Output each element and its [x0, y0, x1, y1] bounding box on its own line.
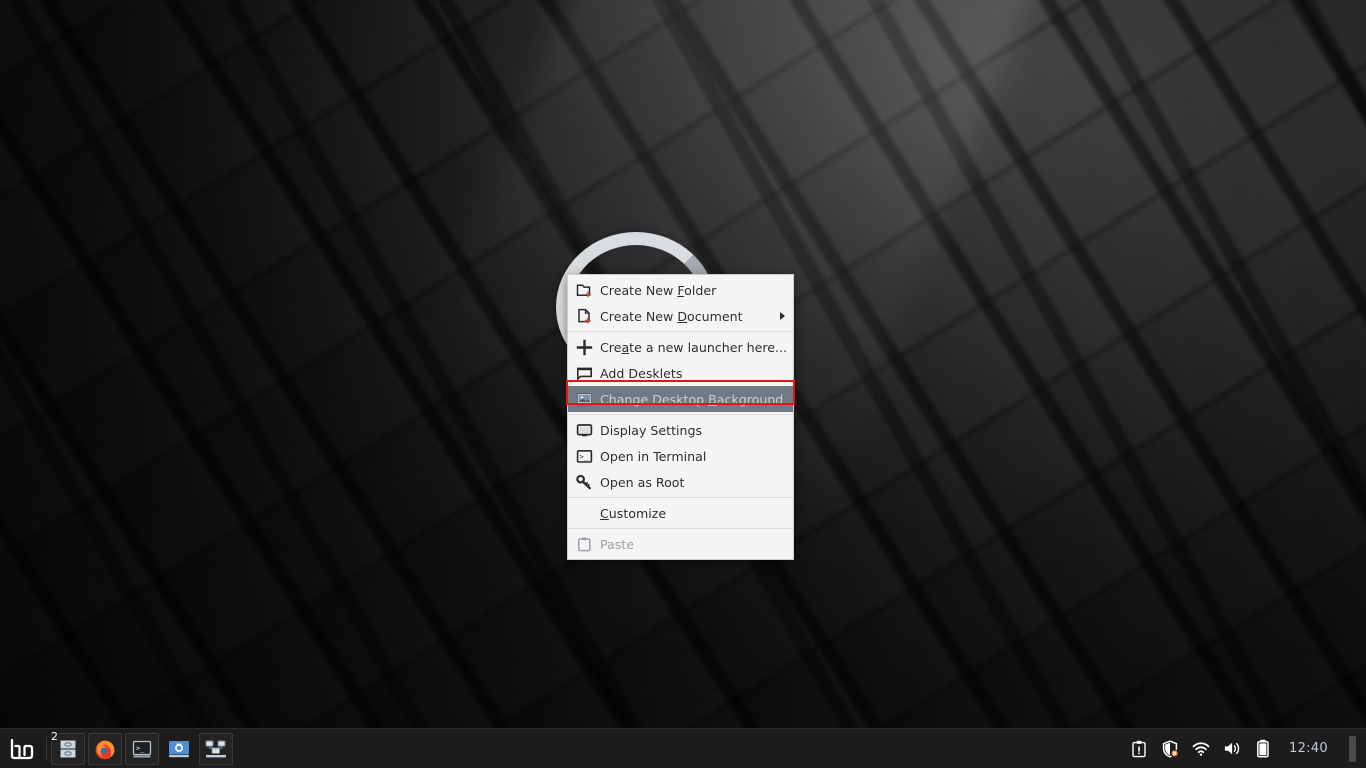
menu-item-label: Paste	[600, 536, 634, 552]
system-tray[interactable]: 12:40	[1130, 735, 1366, 762]
wifi-icon	[1192, 741, 1210, 756]
menu-separator	[568, 497, 793, 498]
menu-item-display-settings[interactable]: Display Settings	[568, 417, 793, 443]
menu-item-label: Create New Folder	[600, 282, 717, 298]
desklet-icon	[575, 364, 593, 382]
menu-item-label: Open in Terminal	[600, 448, 707, 464]
desktop-context-menu[interactable]: Create New Folder Create New Document Cre…	[567, 274, 794, 560]
menu-item-label: Create a new launcher here...	[600, 339, 788, 355]
menu-item-paste: Paste	[568, 531, 793, 557]
tray-volume[interactable]	[1223, 739, 1241, 759]
menu-item-create-new-launcher[interactable]: Create a new launcher here...	[568, 334, 793, 360]
key-icon	[575, 474, 591, 489]
tray-update-manager[interactable]	[1161, 739, 1179, 759]
new-folder-icon	[575, 281, 593, 299]
window-list[interactable]: 2 >_	[51, 729, 233, 765]
svg-text:>_: >_	[579, 452, 588, 461]
menu-item-add-desklets[interactable]: Add Desklets	[568, 360, 793, 386]
new-document-icon	[575, 307, 593, 325]
task-badge-count: 2	[51, 729, 58, 743]
taskbar-item-screenshot[interactable]	[162, 733, 196, 765]
taskbar-item-firefox[interactable]	[88, 732, 122, 765]
menu-separator	[568, 414, 793, 415]
panel-divider	[46, 736, 47, 761]
shield-update-icon	[1162, 739, 1179, 758]
tray-network-wifi[interactable]	[1192, 739, 1210, 759]
menu-separator	[568, 331, 793, 332]
taskbar-item-terminal[interactable]: >_	[125, 732, 159, 765]
svg-text:>_: >_	[136, 744, 145, 752]
wallpaper-image-icon	[575, 390, 593, 408]
menu-item-create-new-folder[interactable]: Create New Folder	[568, 277, 793, 303]
menu-item-label: Display Settings	[600, 422, 703, 438]
menu-item-label: Create New Document	[600, 308, 743, 324]
menu-separator	[568, 528, 793, 529]
firefox-icon	[95, 740, 115, 759]
terminal-icon: >_	[575, 447, 593, 465]
monitor-icon	[576, 423, 592, 436]
plus-icon	[575, 338, 593, 356]
clock[interactable]: 12:40	[1285, 741, 1336, 756]
menu-item-label: Open as Root	[600, 474, 685, 490]
menu-item-label: Change Desktop Background	[600, 391, 784, 407]
clipboard-icon	[1132, 740, 1146, 757]
battery-icon	[1257, 739, 1269, 758]
terminal-icon: >_	[132, 740, 152, 757]
file-manager-icon	[60, 739, 76, 758]
submenu-arrow-icon	[780, 312, 785, 320]
workgroup-icon	[205, 740, 226, 757]
linux-mint-logo-icon	[10, 738, 34, 759]
taskbar-panel[interactable]: 2 >_ 12:40	[0, 728, 1366, 768]
menu-item-open-as-root[interactable]: Open as Root	[568, 469, 793, 495]
desklet-icon	[576, 367, 592, 381]
tray-battery[interactable]	[1254, 739, 1272, 759]
panel-grip[interactable]	[1349, 735, 1356, 762]
taskbar-item-network[interactable]	[199, 732, 233, 765]
terminal-icon: >_	[576, 449, 592, 463]
menu-item-customize[interactable]: Customize	[568, 500, 793, 526]
plus-icon	[576, 339, 592, 355]
clipboard-paste-icon	[577, 536, 591, 551]
menu-item-change-desktop-background[interactable]: Change Desktop Background	[568, 386, 793, 412]
new-folder-icon	[576, 283, 591, 297]
menu-item-no-icon	[575, 504, 593, 522]
wallpaper-image-icon	[576, 392, 592, 405]
desktop[interactable]: Create New Folder Create New Document Cre…	[0, 0, 1366, 768]
screenshot-icon	[169, 740, 189, 757]
menu-item-label: Add Desklets	[600, 365, 683, 381]
menu-item-label: Customize	[600, 505, 667, 521]
menu-item-open-in-terminal[interactable]: >_ Open in Terminal	[568, 443, 793, 469]
clipboard-paste-icon	[575, 535, 593, 553]
new-document-icon	[577, 308, 591, 323]
monitor-icon	[575, 421, 593, 439]
speaker-icon	[1224, 742, 1240, 755]
menu-item-create-new-document[interactable]: Create New Document	[568, 303, 793, 329]
tray-clipboard-manager[interactable]	[1130, 739, 1148, 759]
menu-button[interactable]	[0, 729, 44, 768]
taskbar-item-files[interactable]: 2	[51, 729, 85, 765]
key-icon	[575, 473, 593, 491]
